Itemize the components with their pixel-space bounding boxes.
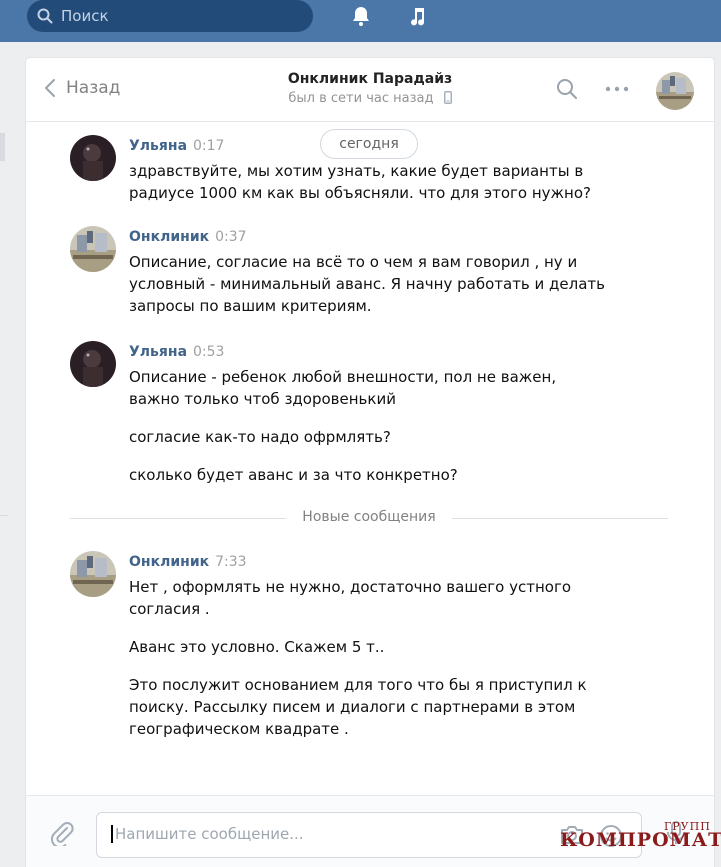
online-status: был в сети час назад [288, 91, 452, 106]
chat-avatar[interactable] [656, 72, 694, 110]
chat-title: Онклиник Парадайз [287, 71, 453, 87]
avatar[interactable] [70, 551, 116, 597]
avatar-image [656, 72, 694, 110]
message-text: здравствуйте, мы хотим узнать, какие буд… [129, 160, 609, 204]
search-input[interactable] [61, 7, 281, 25]
divider-line [70, 518, 286, 519]
more-icon[interactable] [604, 80, 630, 98]
chat-panel: Назад Онклиник Парадайз был в сети час н… [26, 58, 714, 867]
message-group: Ульяна 0:53 Описание - ребенок любой внеш… [70, 341, 680, 491]
avatar-image [70, 135, 116, 181]
music-icon[interactable] [406, 4, 430, 28]
message-header: Ульяна 0:17 [129, 138, 224, 154]
avatar[interactable] [70, 135, 116, 181]
avatar[interactable] [70, 341, 116, 387]
avatar-image [70, 341, 116, 387]
message-time[interactable]: 7:33 [215, 554, 246, 570]
message-paragraph: согласие как-то надо офрмлять? [129, 428, 391, 446]
message-time[interactable]: 0:53 [193, 344, 224, 360]
message-paragraph: Аванс это условно. Скажем 5 т.. [129, 638, 385, 656]
watermark-logo: КОМПРОМАТ ГРУПП [560, 820, 721, 864]
divider-line [452, 518, 668, 519]
message-paragraph: Описание - ребенок любой внешности, пол … [129, 368, 557, 408]
search-in-chat-icon[interactable] [556, 78, 578, 100]
message-text: Описание - ребенок любой внешности, пол … [129, 366, 609, 486]
message-text: Нет , оформлять не нужно, достаточно ваш… [129, 576, 609, 740]
message-author[interactable]: Ульяна [129, 138, 187, 154]
message-author[interactable]: Онклиник [129, 229, 209, 245]
message-paragraph: здравствуйте, мы хотим узнать, какие буд… [129, 162, 591, 202]
message-time[interactable]: 0:37 [215, 229, 246, 245]
left-nav-divider [0, 515, 8, 516]
message-header: Онклиник 0:37 [129, 229, 247, 245]
message-header: Онклиник 7:33 [129, 554, 247, 570]
avatar[interactable] [70, 226, 116, 272]
avatar-image [70, 551, 116, 597]
message-group: Онклиник 7:33 Нет , оформлять не нужно, д… [70, 551, 680, 741]
mobile-icon [443, 91, 452, 104]
message-group: Ульяна 0:17 здравствуйте, мы хотим узнать… [70, 135, 680, 205]
top-bar [0, 0, 721, 42]
message-text: Описание, согласие на всё то о чем я вам… [129, 251, 609, 317]
message-time[interactable]: 0:17 [193, 138, 224, 154]
avatar-image [70, 226, 116, 272]
chevron-left-icon [45, 79, 55, 97]
back-label: Назад [66, 78, 121, 98]
search-field[interactable] [27, 0, 313, 32]
new-messages-label: Новые сообщения [292, 509, 446, 525]
message-paragraph: Это послужит основанием для того что бы … [129, 676, 587, 738]
bell-icon[interactable] [349, 4, 373, 28]
message-input[interactable] [111, 825, 531, 843]
message-group: Онклиник 0:37 Описание, согласие на всё т… [70, 226, 680, 321]
message-author[interactable]: Онклиник [129, 554, 209, 570]
message-paragraph: Нет , оформлять не нужно, достаточно ваш… [129, 578, 572, 618]
left-nav-marker [0, 133, 5, 161]
online-status-text: был в сети час назад [288, 91, 434, 106]
message-paragraph: Описание, согласие на всё то о чем я вам… [129, 253, 606, 315]
watermark-subtext: ГРУПП [664, 820, 711, 833]
chat-header: Назад Онклиник Парадайз был в сети час н… [26, 58, 714, 122]
chat-title-block[interactable]: Онклиник Парадайз был в сети час назад [226, 71, 514, 106]
message-header: Ульяна 0:53 [129, 344, 224, 360]
paperclip-icon[interactable] [50, 820, 74, 846]
back-button[interactable]: Назад [44, 78, 120, 98]
search-icon [37, 8, 53, 24]
message-paragraph: сколько будет аванс и за что конкретно? [129, 466, 458, 484]
message-author[interactable]: Ульяна [129, 344, 187, 360]
new-messages-divider: Новые сообщения [70, 508, 668, 528]
